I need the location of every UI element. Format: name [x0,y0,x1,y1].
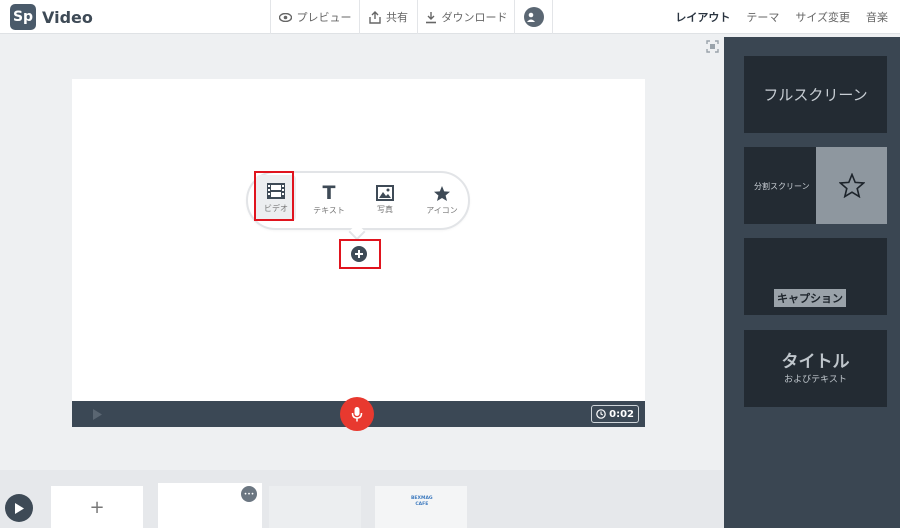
layout-caption[interactable]: キャプション [744,238,887,315]
logo-badge: Sp [10,4,36,30]
layout-caption-label: キャプション [774,289,846,307]
cafe-name: CAFE [415,502,429,507]
image-icon [376,185,394,201]
add-slide-button[interactable]: + [51,486,143,528]
insert-photo-option[interactable]: 写真 [364,178,406,222]
tab-resize[interactable]: サイズ変更 [795,9,850,25]
slide-thumbnail-current[interactable]: ••• [158,483,262,528]
download-label: ダウンロード [441,11,508,24]
user-avatar-button[interactable] [515,0,553,34]
duration-text: 0:02 [609,408,634,420]
more-options-icon[interactable]: ••• [241,486,257,502]
preview-button[interactable]: プレビュー [270,0,359,34]
layout-title-sub: およびテキスト [784,375,847,385]
cafe-logo: BEXMAG CAFE [411,496,433,508]
insert-text-label: テキスト [313,206,345,215]
share-button[interactable]: 共有 [359,0,417,34]
play-icon[interactable] [92,409,102,420]
preview-label: プレビュー [296,11,352,24]
slide-filmstrip: + ••• BEXMAG CAFE [0,470,724,528]
play-icon [15,502,24,514]
slide-thumbnail[interactable]: BEXMAG CAFE [375,486,467,528]
insert-photo-label: 写真 [377,205,393,214]
layout-split-screen[interactable]: 分割スクリーン [744,147,887,224]
clock-icon [596,409,606,419]
insert-icon-option[interactable]: アイコン [421,178,463,222]
top-header: Sp Video プレビュー 共有 ダウンロード レイアウト テーマ サイズ変更… [0,0,900,34]
microphone-icon [351,406,363,421]
star-icon [434,185,450,201]
split-media-area [816,147,887,224]
panel-tabs: レイアウト テーマ サイズ変更 音楽 [675,0,888,34]
layout-title-label: タイトル [781,352,850,372]
insert-text-option[interactable]: T テキスト [308,178,350,222]
play-all-button[interactable] [5,494,33,522]
download-button[interactable]: ダウンロード [417,0,515,34]
tab-theme[interactable]: テーマ [746,9,779,25]
logo-text: Video [42,7,93,27]
duration-display[interactable]: 0:02 [591,405,639,423]
user-icon [523,7,544,27]
layout-title[interactable]: タイトル およびテキスト [744,330,887,407]
slide-thumbnail[interactable] [269,486,361,528]
layout-split-label: 分割スクリーン [754,182,810,191]
add-slide-plus: + [89,496,105,518]
eye-icon [278,12,292,22]
player-bar: 0:02 [72,397,645,431]
more-options-dots: ••• [243,490,255,498]
layout-fullscreen[interactable]: フルスクリーン [744,56,887,133]
star-outline-icon [838,173,865,198]
tab-layout[interactable]: レイアウト [675,9,730,25]
share-icon [369,10,381,24]
layout-panel: フルスクリーン 分割スクリーン キャプション タイトル およびテキスト [724,37,900,528]
download-icon [425,11,436,23]
tab-music[interactable]: 音楽 [866,9,888,25]
video-option-highlight [254,171,294,221]
text-icon: T [322,182,336,204]
record-voice-button[interactable] [340,397,374,431]
insert-icon-label: アイコン [426,205,458,215]
share-label: 共有 [386,11,408,24]
expand-icon[interactable] [706,40,719,53]
layout-fullscreen-label: フルスクリーン [763,86,868,104]
add-button-highlight [339,239,381,269]
app-logo[interactable]: Sp Video [10,4,93,30]
